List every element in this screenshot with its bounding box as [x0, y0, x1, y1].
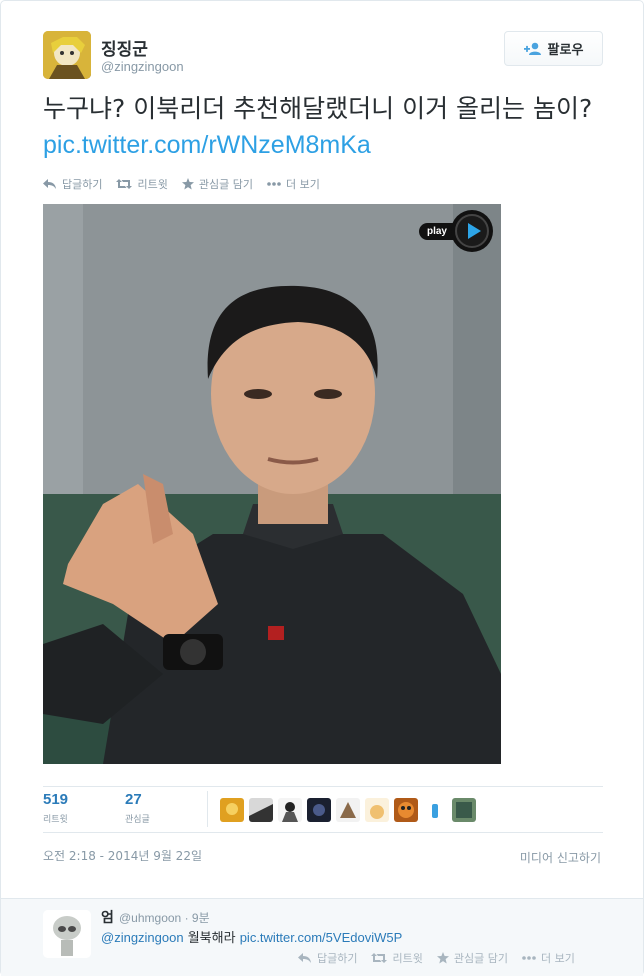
- retweet-action[interactable]: 리트윗: [116, 176, 168, 192]
- more-dots-icon: [522, 956, 536, 960]
- reply-reply-label: 답글하기: [317, 952, 358, 965]
- reply-favorite-label: 관심글 담기: [453, 952, 508, 965]
- reply-mention-link[interactable]: @zingzingoon: [101, 930, 184, 945]
- avatar-illustration-icon: [43, 31, 91, 79]
- tweet-text: 누구냐? 이북리더 추천해달랬더니 이거 올리는 놈이? pic.twitter…: [43, 91, 603, 163]
- stats-top-divider: [43, 786, 603, 787]
- favorite-label: 관심글 담기: [198, 178, 253, 191]
- reply-action[interactable]: 답글하기: [43, 176, 102, 192]
- favorite-stat[interactable]: 27 관심글: [125, 791, 150, 825]
- play-circle: [451, 210, 493, 252]
- favorite-count: 27: [125, 791, 142, 808]
- follow-button[interactable]: 팔로우: [504, 31, 603, 66]
- reply-text-body: 월북해라: [183, 931, 240, 946]
- reply-more-action[interactable]: 더 보기: [522, 950, 575, 966]
- retweet-icon: [116, 179, 133, 189]
- reply-display-name[interactable]: 엄: [101, 907, 114, 927]
- retweet-count: 519: [43, 791, 69, 808]
- favoriter-avatar[interactable]: [220, 798, 244, 822]
- stats-bottom-divider: [43, 832, 603, 833]
- more-dots-icon: [267, 182, 281, 186]
- reply-retweet-label: 리트윗: [392, 952, 423, 965]
- favoriter-avatar[interactable]: [336, 798, 360, 822]
- retweet-count-label: 리트윗: [43, 815, 68, 825]
- robot-avatar-icon: [43, 910, 91, 958]
- favoriter-avatar[interactable]: [307, 798, 331, 822]
- reply-more-label: 더 보기: [540, 952, 575, 965]
- more-label: 더 보기: [285, 178, 320, 191]
- reply-meta: @uhmgoon · 9분: [119, 909, 210, 926]
- favoriter-avatar[interactable]: [423, 798, 447, 822]
- star-icon: [436, 952, 449, 964]
- stats-divider: [207, 791, 208, 827]
- more-action[interactable]: 더 보기: [267, 176, 320, 192]
- add-user-icon: [523, 42, 541, 55]
- tweet-timestamp: 오전 2:18 - 2014년 9월 22일: [43, 849, 202, 863]
- tweet-card: 징징군 @zingzingoon 팔로우 누구냐? 이북리더 추천해달랬더니 이…: [0, 0, 644, 976]
- retweet-stat[interactable]: 519 리트윗: [43, 791, 68, 825]
- reply-time[interactable]: · 9분: [185, 911, 210, 925]
- reply-media-link[interactable]: pic.twitter.com/5VEdoviW5P: [240, 930, 403, 945]
- photo-of-man-clapping-icon: [43, 204, 501, 764]
- follow-button-label: 팔로우: [547, 43, 584, 58]
- reply-author-avatar[interactable]: [43, 910, 91, 958]
- reply-actions: 답글하기 리트윗 관심글 담기 더 보기: [298, 950, 575, 966]
- favoriter-avatars: [220, 798, 476, 822]
- author-handle[interactable]: @zingzingoon: [101, 59, 184, 74]
- reply-retweet-action[interactable]: 리트윗: [371, 950, 423, 966]
- favorite-count-label: 관심글: [125, 815, 150, 825]
- favoriter-avatar[interactable]: [278, 798, 302, 822]
- reply-icon: [298, 953, 311, 963]
- star-icon: [181, 178, 194, 190]
- reply-icon: [43, 179, 56, 189]
- play-icon: [455, 214, 489, 248]
- play-button[interactable]: play: [418, 210, 493, 252]
- tweet-text-body: 누구냐? 이북리더 추천해달랬더니 이거 올리는 놈이?: [43, 94, 593, 123]
- tweet-media-image[interactable]: play: [43, 204, 501, 764]
- favorite-action[interactable]: 관심글 담기: [181, 176, 253, 192]
- favoriter-avatar[interactable]: [249, 798, 273, 822]
- reply-text: @zingzingoon 월북해라 pic.twitter.com/5VEdov…: [101, 927, 402, 946]
- retweet-icon: [371, 953, 388, 963]
- tweet-media-link[interactable]: pic.twitter.com/rWNzeM8mKa: [43, 131, 371, 159]
- favoriter-avatar[interactable]: [365, 798, 389, 822]
- reply-label: 답글하기: [62, 178, 103, 191]
- reply-reply-action[interactable]: 답글하기: [298, 950, 357, 966]
- tweet-actions: 답글하기 리트윗 관심글 담기 더 보기: [43, 176, 320, 192]
- author-avatar[interactable]: [43, 31, 91, 79]
- reply-handle[interactable]: @uhmgoon: [119, 911, 181, 925]
- favoriter-avatar[interactable]: [452, 798, 476, 822]
- author-display-name[interactable]: 징징군: [101, 35, 148, 60]
- reply-favorite-action[interactable]: 관심글 담기: [436, 950, 508, 966]
- report-media-link[interactable]: 미디어 신고하기: [520, 849, 601, 866]
- favoriter-avatar[interactable]: [394, 798, 418, 822]
- retweet-label: 리트윗: [137, 178, 168, 191]
